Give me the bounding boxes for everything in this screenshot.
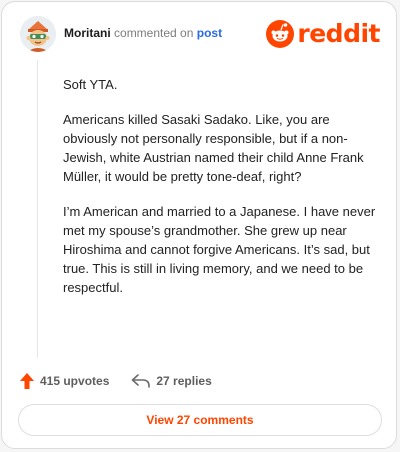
brand-wordmark: reddit — [297, 19, 380, 48]
comment-paragraph: Americans killed Sasaki Sadako. Like, yo… — [63, 112, 364, 184]
cartoon-avatar-icon — [20, 16, 56, 52]
reply-count: 27 replies — [156, 374, 212, 388]
post-link[interactable]: post — [197, 26, 222, 40]
comment-body: Soft YTA. Americans killed Sasaki Sadako… — [63, 75, 383, 313]
reddit-snoo-icon — [266, 20, 295, 48]
reddit-logo[interactable]: reddit — [266, 18, 380, 50]
view-comments-button[interactable]: View 27 comments — [18, 404, 382, 436]
comment-paragraph: I’m American and married to a Japanese. … — [63, 204, 376, 295]
upvote-arrow-icon — [20, 373, 34, 389]
comment-header: Moritani commented on post reddit — [20, 16, 380, 54]
comment-meta: Moritani commented on post — [64, 26, 222, 40]
replies-button[interactable]: 27 replies — [131, 373, 212, 389]
avatar[interactable] — [20, 16, 56, 52]
upvote-count: 415 upvotes — [40, 374, 110, 388]
upvote-button[interactable]: 415 upvotes — [19, 372, 109, 390]
thread-line — [37, 60, 38, 358]
action-text: commented on — [114, 26, 194, 40]
username-link[interactable]: Moritani — [64, 26, 111, 40]
comment-card: Moritani commented on post reddit Soft Y… — [1, 1, 397, 449]
comment-paragraph: Soft YTA. — [63, 77, 118, 92]
reply-arrow-icon — [132, 374, 151, 388]
comment-actions: 415 upvotes 27 replies — [19, 370, 234, 392]
